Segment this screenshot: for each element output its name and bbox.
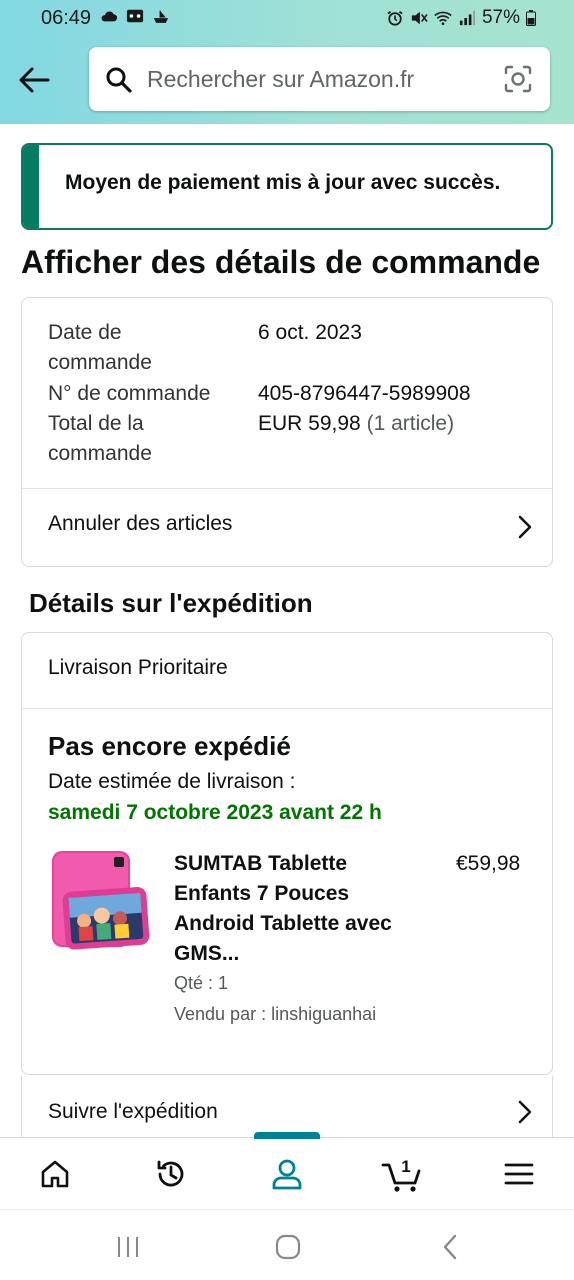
order-number-label: N° de commande — [48, 382, 211, 405]
cloud-icon — [101, 11, 118, 22]
back-button[interactable] — [14, 60, 54, 100]
system-navigation-bar — [0, 1209, 574, 1280]
order-number-value: 405-8796447-5989908 — [258, 382, 471, 405]
battery-percent: 57% — [481, 7, 520, 28]
order-total-items: (1 article) — [366, 412, 455, 435]
history-icon — [157, 1160, 184, 1187]
nav-home[interactable] — [35, 1154, 75, 1194]
bottom-navigation: 1 — [0, 1132, 574, 1209]
cart-count: 1 — [401, 1157, 410, 1176]
shipment-card: Livraison Prioritaire Pas encore expédié… — [21, 632, 553, 1075]
profile-icon — [272, 1159, 302, 1190]
eta-date: samedi 7 octobre 2023 avant 22 h — [48, 801, 382, 824]
search-icon[interactable] — [105, 66, 133, 94]
track-shipment-label: Suivre l'expédition — [48, 1100, 218, 1123]
chevron-right-icon — [518, 515, 532, 539]
track-shipment-row[interactable]: Suivre l'expédition — [21, 1076, 553, 1138]
alert-message: Moyen de paiement mis à jour avec succès… — [65, 171, 501, 194]
product-price: €59,98 — [456, 852, 521, 875]
cart-icon: 1 — [381, 1157, 421, 1192]
recent-apps-button[interactable] — [108, 1232, 148, 1262]
active-tab-indicator — [254, 1132, 320, 1139]
nav-cart[interactable]: 1 — [381, 1154, 425, 1194]
order-total: EUR 59,98 (1 article) — [258, 409, 454, 439]
alert-accent-bar — [23, 145, 39, 228]
mute-icon — [411, 11, 428, 25]
app-header: 06:49 57% — [0, 0, 574, 124]
order-date-label: Date de commande — [48, 321, 152, 374]
arrow-left-icon — [19, 67, 50, 93]
status-bar: 06:49 57% — [0, 0, 574, 36]
product-seller: Vendu par : linshiguanhai — [174, 1004, 377, 1024]
boat-icon — [153, 10, 169, 23]
home-button[interactable] — [268, 1232, 308, 1262]
page-title: Afficher des détails de commande — [21, 244, 541, 280]
cancel-items-row[interactable]: Annuler des articles — [22, 489, 552, 565]
back-chevron-icon — [443, 1234, 457, 1260]
success-alert: Moyen de paiement mis à jour avec succès… — [21, 143, 553, 230]
wifi-icon — [434, 11, 452, 26]
product-quantity: Qté : 1 — [174, 973, 229, 993]
cancel-items-label: Annuler des articles — [48, 512, 233, 535]
status-notification-icons — [100, 8, 170, 24]
voicemail-icon — [126, 9, 144, 23]
product-title[interactable]: SUMTAB Tablette Enfants 7 Pouces Android… — [174, 849, 394, 969]
shipment-status: Pas encore expédié — [48, 731, 291, 761]
nav-profile[interactable] — [267, 1154, 307, 1194]
signal-icon — [459, 10, 475, 26]
shipping-type: Livraison Prioritaire — [48, 656, 228, 679]
order-summary-card: Date de commande 6 oct. 2023 N° de comma… — [21, 297, 553, 567]
eta-label: Date estimée de livraison : — [48, 770, 296, 793]
shipping-section-title: Détails sur l'expédition — [29, 588, 313, 618]
divider — [22, 708, 552, 709]
battery-icon — [526, 10, 536, 26]
chevron-right-icon — [518, 1100, 532, 1124]
order-total-value: EUR 59,98 — [258, 412, 361, 435]
nav-menu[interactable] — [499, 1154, 539, 1194]
search-input[interactable] — [147, 61, 487, 97]
nav-history[interactable] — [151, 1154, 191, 1194]
hamburger-menu-icon — [504, 1163, 534, 1185]
back-system-button[interactable] — [430, 1232, 470, 1262]
status-time: 06:49 — [41, 7, 92, 29]
status-system-icons: 57% — [386, 7, 536, 29]
alarm-icon — [387, 11, 403, 26]
recent-apps-icon — [118, 1237, 138, 1257]
home-circle-icon — [275, 1234, 301, 1260]
product-image[interactable] — [50, 849, 150, 953]
home-icon — [41, 1160, 69, 1188]
order-date-value: 6 oct. 2023 — [258, 321, 362, 344]
order-total-label: Total de la commande — [48, 412, 152, 465]
camera-search-icon[interactable] — [503, 65, 533, 93]
search-bar[interactable] — [89, 47, 550, 111]
